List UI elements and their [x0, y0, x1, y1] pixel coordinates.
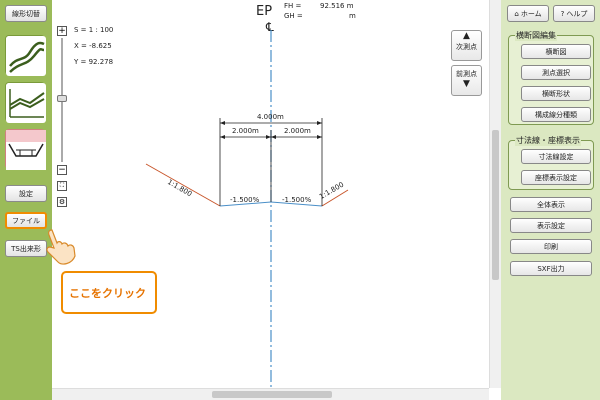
settings-label: 設定: [19, 189, 33, 198]
dimension-arrow: [220, 121, 225, 125]
segment-type-button[interactable]: 構成線分種類: [521, 107, 591, 122]
click-here-tooltip: ここをクリック: [61, 271, 157, 314]
group-title: 寸法線・座標表示: [515, 135, 581, 146]
home-icon: ⌂: [514, 9, 519, 18]
plan-view-thumb-button[interactable]: [5, 35, 46, 76]
cross-section-shape-button[interactable]: 横断形状: [521, 86, 591, 101]
dimension-arrow: [266, 135, 271, 139]
file-label: ファイル: [12, 216, 40, 225]
horizontal-scrollbar[interactable]: [52, 388, 489, 400]
switch-alignment-label: 線形切替: [12, 9, 40, 18]
help-label: ヘルプ: [566, 9, 588, 18]
dimension-coordinate-group: 寸法線・座標表示 寸法線設定 座標表示設定: [508, 135, 594, 190]
plan-icon: [6, 36, 46, 76]
group-title: 横断図編集: [515, 30, 557, 41]
dimension-arrow: [317, 121, 322, 125]
profile-icon: [6, 83, 46, 123]
vertical-scroll-thumb[interactable]: [492, 130, 499, 280]
dimension-arrow: [220, 135, 225, 139]
dimension-arrow: [271, 135, 276, 139]
pointer-hand-icon: [46, 229, 76, 265]
help-button[interactable]: ? ヘルプ: [553, 5, 595, 22]
coordinate-display-settings-button[interactable]: 座標表示設定: [521, 170, 591, 185]
dimension-total-label: 4.000m: [257, 113, 284, 121]
slope-left-label: -1.500%: [230, 196, 260, 204]
home-button[interactable]: ⌂ ホーム: [507, 5, 549, 22]
home-label: ホーム: [520, 9, 542, 18]
horizontal-scroll-thumb[interactable]: [212, 391, 332, 398]
help-icon: ?: [560, 9, 565, 18]
profile-view-thumb-button[interactable]: [5, 82, 46, 123]
dimension-arrow: [317, 135, 322, 139]
vertical-scrollbar[interactable]: [489, 0, 501, 388]
dimension-right-label: 2.000m: [284, 127, 311, 135]
cross-section-thumb-button[interactable]: [5, 129, 46, 170]
ts-as-built-label: TS出来形: [11, 244, 41, 253]
tooltip-text: ここをクリック: [69, 286, 146, 300]
sxf-export-button[interactable]: SXF出力: [510, 261, 592, 276]
dimension-settings-button[interactable]: 寸法線設定: [521, 149, 591, 164]
fit-all-button[interactable]: 全体表示: [510, 197, 592, 212]
cross-section-canvas[interactable]: + − ⛶ ⚙ S = 1 : 100 X = -8.625 Y = 92.27…: [52, 0, 501, 400]
print-button[interactable]: 印刷: [510, 239, 592, 254]
dimension-left-label: 2.000m: [232, 127, 259, 135]
slope-right-label: -1.500%: [282, 196, 312, 204]
point-select-button[interactable]: 測点選択: [521, 65, 591, 80]
file-button[interactable]: ファイル: [5, 212, 47, 229]
cross-section-edit-group: 横断図編集 横断図 測点選択 横断形状 構成線分種類: [508, 30, 594, 125]
switch-alignment-button[interactable]: 線形切替: [5, 5, 47, 22]
settings-button[interactable]: 設定: [5, 185, 47, 202]
right-sidebar: ⌂ ホーム ? ヘルプ 横断図編集 横断図 測点選択 横断形状 構成線分種類 寸法線…: [501, 0, 600, 400]
cross-section-icon: [6, 130, 46, 170]
cross-section-drawing: [145, 30, 349, 388]
cross-section-button[interactable]: 横断図: [521, 44, 591, 59]
display-settings-button[interactable]: 表示設定: [510, 218, 592, 233]
left-sidebar: 線形切替 設定 ファイル TS出来形: [0, 0, 52, 400]
